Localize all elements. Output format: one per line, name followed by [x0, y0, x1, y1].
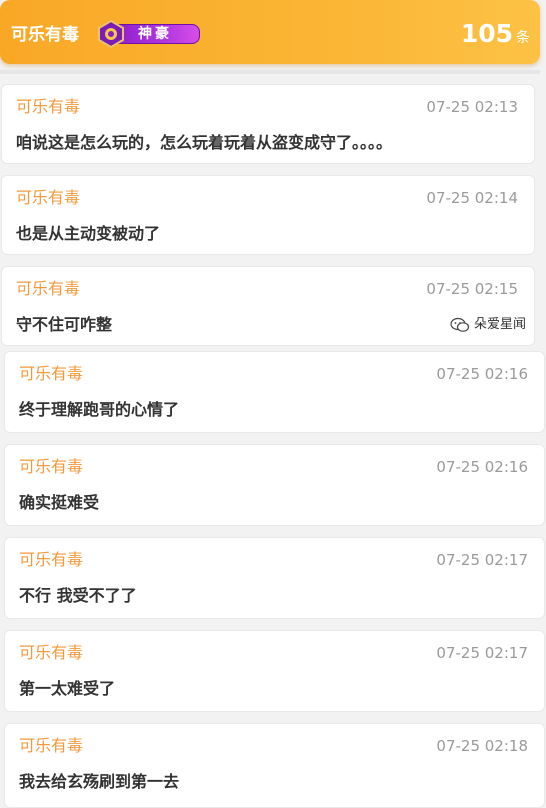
message-card: 可乐有毒 07-25 02:17 不行 我受不了了 [4, 537, 545, 619]
message-time: 07-25 02:16 [436, 458, 528, 476]
message-username: 可乐有毒 [19, 457, 84, 476]
count-unit: 条 [516, 30, 530, 46]
message-time: 07-25 02:18 [436, 737, 528, 755]
message-card: 可乐有毒 07-25 02:16 终于理解跑哥的心情了 [4, 351, 545, 433]
wechat-icon [450, 317, 470, 332]
header-username: 可乐有毒 [11, 25, 79, 45]
message-time: 07-25 02:14 [426, 189, 518, 207]
message-count: 105 条 [461, 18, 530, 54]
badge-label: 神豪 [138, 26, 172, 42]
message-text: 第一太难受了 [19, 679, 116, 698]
message-username: 可乐有毒 [16, 279, 81, 298]
watermark: 朵爱星闻 [450, 314, 526, 336]
message-text: 不行 我受不了了 [19, 586, 137, 605]
badge-emblem-icon [98, 20, 124, 48]
message-text: 也是从主动变被动了 [16, 224, 161, 243]
message-username: 可乐有毒 [16, 188, 81, 207]
watermark-text: 朵爱星闻 [474, 317, 527, 332]
message-text: 终于理解跑哥的心情了 [19, 400, 180, 419]
message-time: 07-25 02:15 [426, 280, 518, 298]
message-time: 07-25 02:13 [426, 98, 518, 116]
message-text: 守不住可咋整 [16, 315, 113, 334]
message-username: 可乐有毒 [19, 550, 84, 569]
chat-header: 可乐有毒 神豪 105 条 [0, 0, 540, 64]
message-time: 07-25 02:16 [436, 365, 528, 383]
message-username: 可乐有毒 [19, 364, 84, 383]
message-username: 可乐有毒 [16, 97, 81, 116]
message-text: 确实挺难受 [19, 493, 100, 512]
header-divider [0, 70, 540, 74]
message-card: 可乐有毒 07-25 02:13 咱说这是怎么玩的，怎么玩着玩着从盗变成守了。。… [1, 84, 535, 164]
message-text: 咱说这是怎么玩的，怎么玩着玩着从盗变成守了。。。。 [16, 133, 393, 152]
message-time: 07-25 02:17 [436, 551, 528, 569]
message-text: 我去给玄殇刷到第一去 [19, 772, 180, 791]
vip-badge: 神豪 [96, 20, 204, 48]
message-time: 07-25 02:17 [436, 644, 528, 662]
count-number: 105 [460, 19, 513, 48]
message-card: 可乐有毒 07-25 02:18 我去给玄殇刷到第一去 [4, 723, 545, 808]
message-username: 可乐有毒 [19, 736, 84, 755]
message-card: 可乐有毒 07-25 02:17 第一太难受了 [4, 630, 545, 712]
message-username: 可乐有毒 [19, 643, 84, 662]
message-card: 可乐有毒 07-25 02:14 也是从主动变被动了 [1, 175, 535, 255]
message-card: 可乐有毒 07-25 02:16 确实挺难受 [4, 444, 545, 526]
